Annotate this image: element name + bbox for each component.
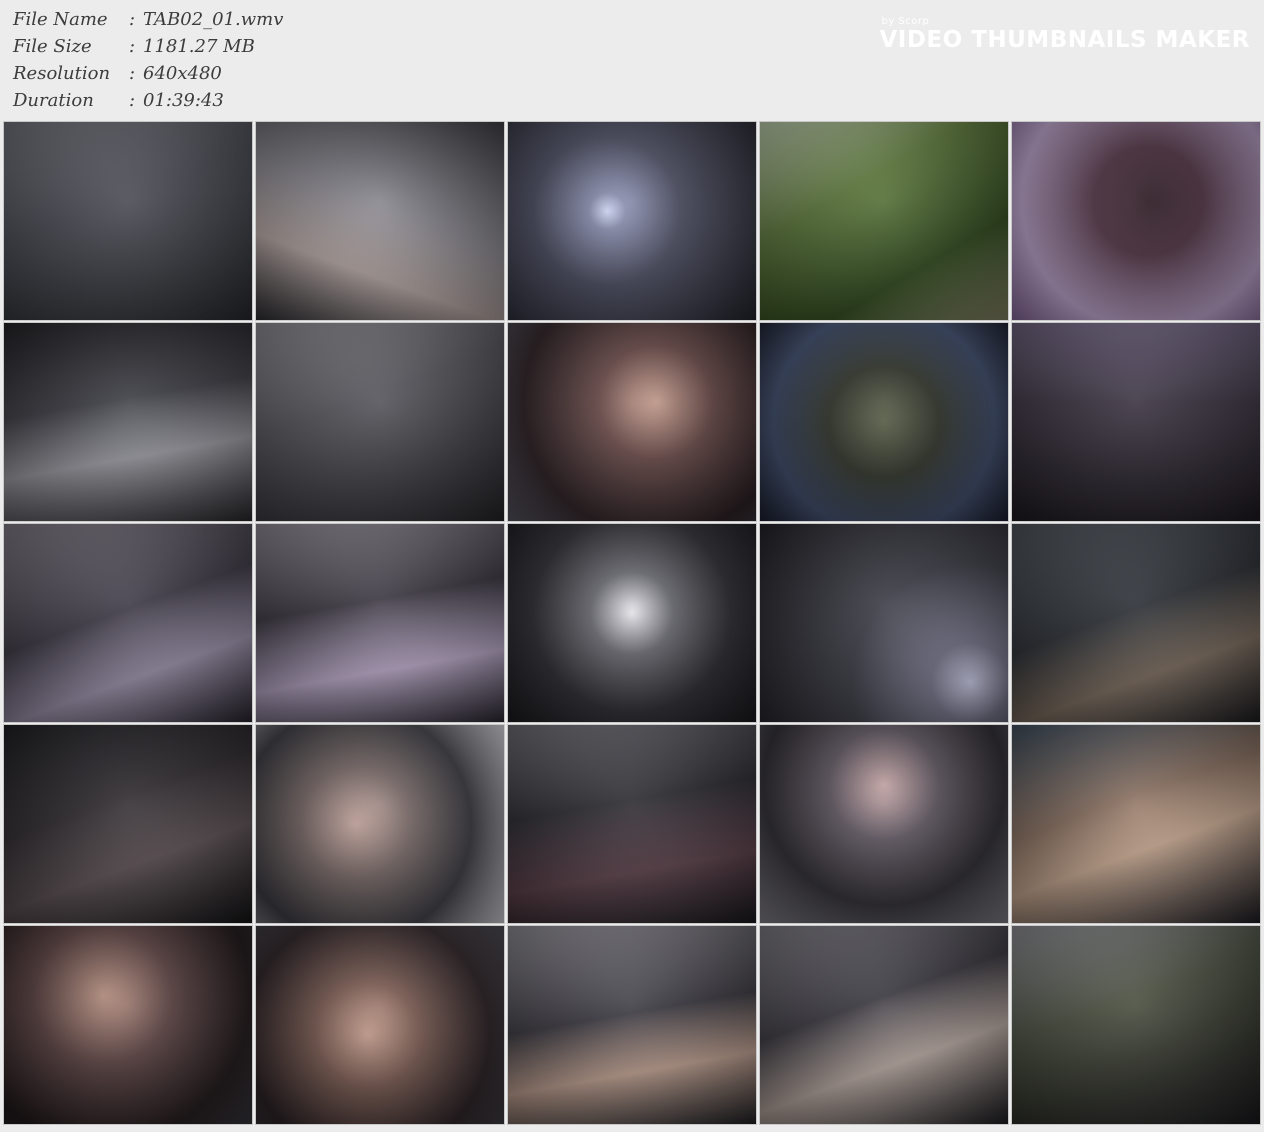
thumbnail-10[interactable] (1011, 322, 1261, 522)
thumbnail-21[interactable] (3, 925, 253, 1125)
thumbnail-3[interactable] (507, 121, 757, 321)
file-name-value: TAB02_01.wmv (143, 9, 284, 30)
file-size-value: 1181.27 MB (143, 36, 255, 57)
thumbnail-4[interactable] (759, 121, 1009, 321)
separator: : (128, 36, 136, 57)
thumbnail-23[interactable] (507, 925, 757, 1125)
thumbnail-9[interactable] (759, 322, 1009, 522)
thumbnail-15[interactable] (1011, 523, 1261, 723)
thumbnail-grid (3, 121, 1261, 1125)
thumbnail-13[interactable] (507, 523, 757, 723)
separator: : (128, 63, 136, 84)
watermark-title: VIDEO THUMBNAILS MAKER (879, 27, 1250, 53)
thumbnail-8[interactable] (507, 322, 757, 522)
thumbnail-1[interactable] (3, 121, 253, 321)
file-name-row: File Name: TAB02_01.wmv (13, 6, 613, 33)
thumbnail-22[interactable] (255, 925, 505, 1125)
thumbnail-16[interactable] (3, 724, 253, 924)
thumbnail-20[interactable] (1011, 724, 1261, 924)
thumbnail-24[interactable] (759, 925, 1009, 1125)
thumbnail-2[interactable] (255, 121, 505, 321)
resolution-value: 640x480 (143, 63, 222, 84)
thumbnail-5[interactable] (1011, 121, 1261, 321)
thumbnail-12[interactable] (255, 523, 505, 723)
duration-row: Duration:01:39:43 (13, 87, 613, 114)
thumbnail-6[interactable] (3, 322, 253, 522)
watermark: by Scorp VIDEO THUMBNAILS MAKER (879, 16, 1250, 53)
thumbnail-7[interactable] (255, 322, 505, 522)
separator: : (128, 9, 136, 30)
duration-value: 01:39:43 (143, 90, 224, 111)
separator: : (128, 90, 136, 111)
duration-label: Duration (13, 90, 94, 111)
thumbnail-14[interactable] (759, 523, 1009, 723)
file-size-label: File Size (13, 36, 92, 57)
file-size-row: File Size:1181.27 MB (13, 33, 613, 60)
file-info-panel: File Name: TAB02_01.wmv File Size:1181.27… (13, 6, 613, 114)
thumbnail-11[interactable] (3, 523, 253, 723)
resolution-row: Resolution:640x480 (13, 60, 613, 87)
file-name-label: File Name (13, 9, 108, 30)
watermark-byline: by Scorp (881, 16, 930, 27)
resolution-label: Resolution (13, 63, 111, 84)
thumbnail-25[interactable] (1011, 925, 1261, 1125)
thumbnail-18[interactable] (507, 724, 757, 924)
thumbnail-19[interactable] (759, 724, 1009, 924)
thumbnail-17[interactable] (255, 724, 505, 924)
